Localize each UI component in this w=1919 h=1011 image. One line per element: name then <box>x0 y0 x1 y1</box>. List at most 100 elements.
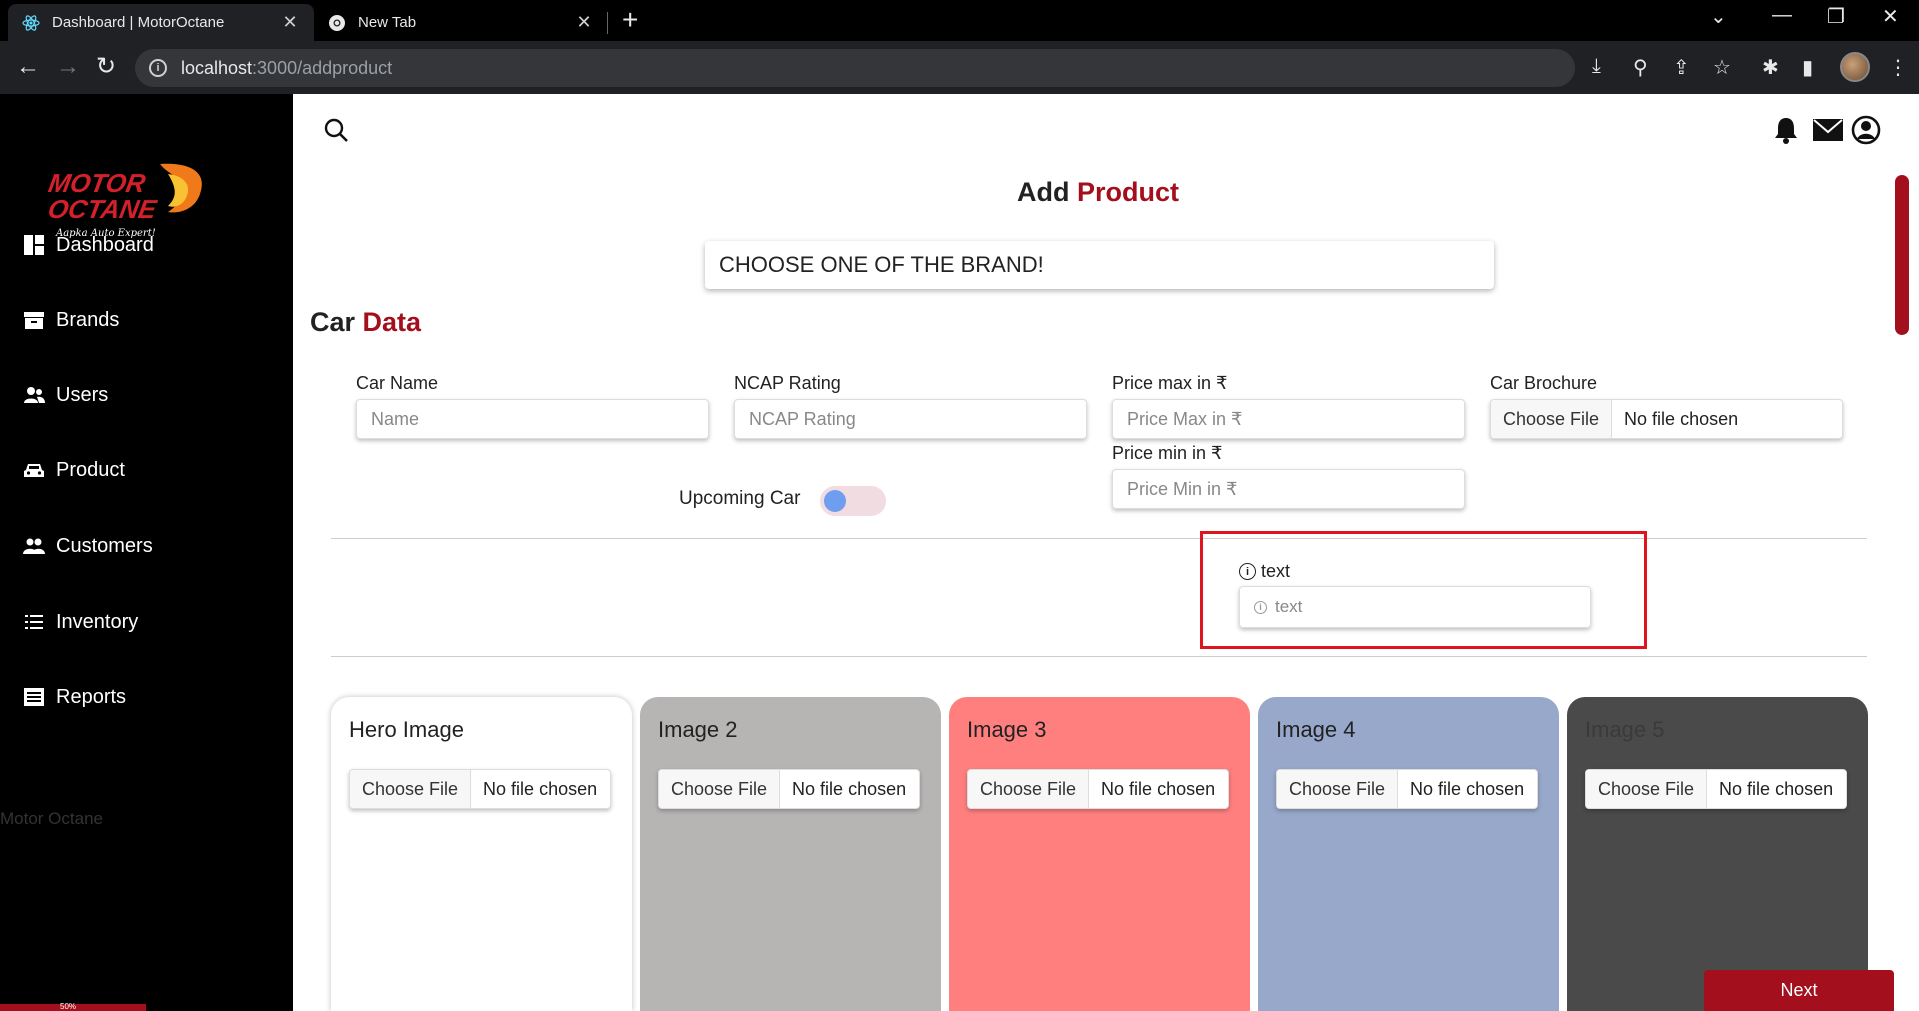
minimize-icon[interactable]: — <box>1772 4 1792 27</box>
sidebar-item-label: Users <box>56 383 109 406</box>
close-window-icon[interactable]: ✕ <box>1882 4 1899 29</box>
ncap-label: NCAP Rating <box>734 373 841 393</box>
image-card-3: Image 3 Choose File No file chosen <box>949 697 1250 1011</box>
users-icon <box>22 383 46 407</box>
sidebar-item-reports[interactable]: Reports <box>22 685 126 709</box>
choose-file-button[interactable]: Choose File <box>1586 770 1708 808</box>
sidebar-item-brands[interactable]: Brands <box>22 308 119 332</box>
file-status: No file chosen <box>1101 778 1216 799</box>
file-status: No file chosen <box>792 778 907 799</box>
file-status: No file chosen <box>483 778 598 799</box>
dashboard-icon <box>22 233 46 257</box>
profile-avatar[interactable] <box>1840 52 1870 82</box>
image-card-title: Image 3 <box>967 717 1047 742</box>
text-input[interactable]: i text <box>1239 586 1591 628</box>
price-max-input[interactable]: Price Max in ₹ <box>1112 399 1465 439</box>
forward-icon[interactable]: → <box>56 53 80 81</box>
upcoming-car-label: Upcoming Car <box>679 488 801 509</box>
image-file-input[interactable]: Choose File No file chosen <box>1276 769 1538 809</box>
car-name-input[interactable]: Name <box>356 399 709 439</box>
tab-search-icon[interactable]: ⌄ <box>1710 4 1727 29</box>
sidebar-item-product[interactable]: Product <box>22 458 125 482</box>
mail-icon[interactable] <box>1813 119 1843 146</box>
sidebar-item-inventory[interactable]: Inventory <box>22 610 138 634</box>
image-file-input[interactable]: Choose File No file chosen <box>658 769 920 809</box>
text-field-label: i text <box>1239 561 1290 582</box>
tab-title: Dashboard | MotorOctane <box>52 14 225 31</box>
archive-icon <box>22 308 46 332</box>
chrome-icon <box>328 14 346 32</box>
back-icon[interactable]: ← <box>16 53 40 81</box>
choose-file-button[interactable]: Choose File <box>1277 770 1399 808</box>
menu-icon[interactable]: ⋮ <box>1888 55 1908 80</box>
toggle-knob <box>824 490 846 512</box>
extensions-icon[interactable]: ✱ <box>1762 55 1779 80</box>
reload-icon[interactable]: ↻ <box>96 53 116 81</box>
sidebar-item-label: Customers <box>56 534 153 557</box>
search-icon[interactable] <box>323 117 349 148</box>
list-icon <box>22 610 46 634</box>
image-card-5: Image 5 Choose File No file chosen <box>1567 697 1868 1011</box>
file-status: No file chosen <box>1719 778 1834 799</box>
account-circle-icon[interactable] <box>1851 115 1881 150</box>
image-card-title: Image 4 <box>1276 717 1356 742</box>
choose-file-button[interactable]: Choose File <box>659 770 781 808</box>
next-button[interactable]: Next <box>1704 970 1894 1011</box>
new-tab-icon[interactable]: + <box>622 5 638 35</box>
zoom-icon[interactable]: ⚲ <box>1633 55 1648 80</box>
url-text: localhost:3000/addproduct <box>181 57 393 78</box>
image-file-input[interactable]: Choose File No file chosen <box>967 769 1229 809</box>
info-icon: i <box>1254 600 1267 614</box>
motoroctane-logo: MOTOR OCTANE Aapka Auto Expert! <box>40 154 210 244</box>
image-card-4: Image 4 Choose File No file chosen <box>1258 697 1559 1011</box>
site-info-icon[interactable]: i <box>149 59 167 77</box>
browser-tab-inactive[interactable]: New Tab ✕ <box>314 4 608 41</box>
choose-file-button[interactable]: Choose File <box>350 770 472 808</box>
choose-file-button[interactable]: Choose File <box>968 770 1090 808</box>
sidebar-item-label: Dashboard <box>56 233 154 256</box>
section-title: Car Data <box>310 307 422 337</box>
price-min-input[interactable]: Price Min in ₹ <box>1112 469 1465 509</box>
sidebar-item-label: Inventory <box>56 610 139 633</box>
close-tab-icon[interactable]: ✕ <box>280 12 300 33</box>
side-panel-icon[interactable]: ▮ <box>1802 55 1813 80</box>
browser-tab-active[interactable]: Dashboard | MotorOctane ✕ <box>8 4 314 41</box>
car-icon <box>22 458 46 482</box>
address-bar[interactable]: i localhost:3000/addproduct <box>135 49 1575 87</box>
sidebar-item-label: Product <box>56 458 125 481</box>
brochure-file-input[interactable]: Choose File No file chosen <box>1490 399 1843 439</box>
ncap-input[interactable]: NCAP Rating <box>734 399 1087 439</box>
progress-label: 50% <box>60 1002 77 1011</box>
form-divider <box>331 656 1867 657</box>
reports-icon <box>22 685 46 709</box>
share-icon[interactable]: ⇪ <box>1673 55 1690 80</box>
image-file-input[interactable]: Choose File No file chosen <box>349 769 611 809</box>
sidebar-item-users[interactable]: Users <box>22 383 108 407</box>
install-icon[interactable]: ⤓ <box>1592 55 1601 78</box>
image-card-title: Image 5 <box>1585 717 1665 742</box>
tab-title: New Tab <box>358 14 417 31</box>
scrollbar-thumb[interactable] <box>1895 175 1909 335</box>
close-tab-icon[interactable]: ✕ <box>574 12 594 33</box>
choose-file-button[interactable]: Choose File <box>1491 400 1613 438</box>
sidebar-item-customers[interactable]: Customers <box>22 534 153 558</box>
sidebar: MOTOR OCTANE Aapka Auto Expert! Dashboar… <box>0 94 293 1011</box>
image-file-input[interactable]: Choose File No file chosen <box>1585 769 1847 809</box>
customers-icon <box>22 534 46 558</box>
bell-icon[interactable] <box>1773 116 1799 149</box>
car-name-label: Car Name <box>356 373 439 393</box>
sidebar-item-label: Reports <box>56 685 127 708</box>
price-min-label: Price min in ₹ <box>1112 443 1223 463</box>
react-icon <box>22 14 40 32</box>
svg-text:OCTANE: OCTANE <box>46 194 161 224</box>
image-card-2: Image 2 Choose File No file chosen <box>640 697 941 1011</box>
file-status: No file chosen <box>1410 778 1525 799</box>
image-card-hero: Hero Image Choose File No file chosen <box>331 697 632 1011</box>
browser-tabbar: Dashboard | MotorOctane ✕ New Tab ✕ + ⌄ … <box>0 0 1919 41</box>
sidebar-item-dashboard[interactable]: Dashboard <box>22 233 154 257</box>
restore-icon[interactable]: ❐ <box>1827 4 1845 29</box>
bookmark-star-icon[interactable]: ☆ <box>1713 55 1731 80</box>
upcoming-car-toggle[interactable] <box>820 486 886 516</box>
brand-select[interactable]: CHOOSE ONE OF THE BRAND! <box>705 241 1494 289</box>
page-title: Add Product <box>1016 177 1179 207</box>
